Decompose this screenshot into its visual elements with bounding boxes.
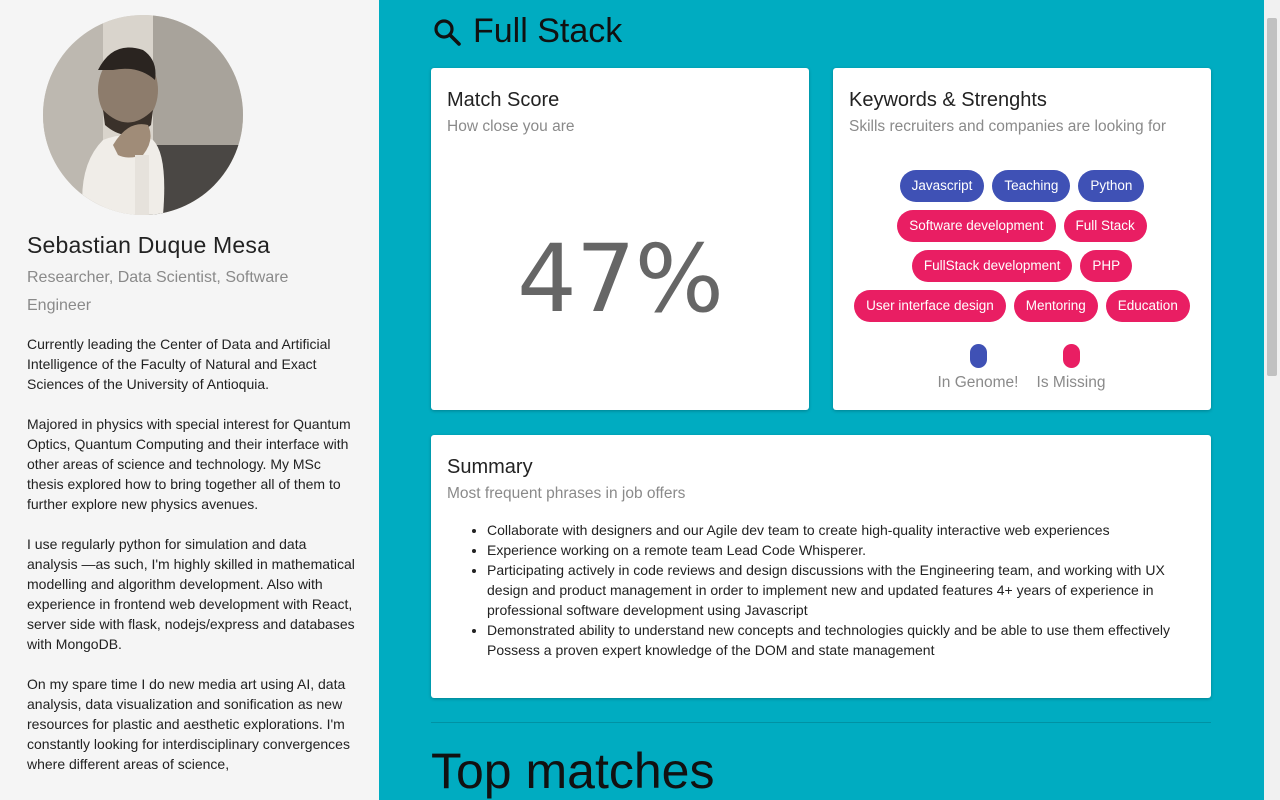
keyword-chip[interactable]: Education: [1105, 290, 1190, 322]
scrollbar-thumb[interactable]: [1267, 18, 1277, 376]
card-subtitle: Skills recruiters and companies are look…: [849, 118, 1167, 135]
keyword-chip[interactable]: Full Stack: [1063, 210, 1147, 242]
card-title: Keywords & Strenghts: [849, 89, 1047, 111]
chip-row: FullStack development PHP: [833, 250, 1211, 282]
top-matches-heading: Top matches: [431, 743, 715, 799]
keyword-chip[interactable]: PHP: [1080, 250, 1133, 282]
page-scrollbar[interactable]: [1264, 0, 1280, 800]
bio-paragraph: I use regularly python for simulation an…: [27, 536, 355, 652]
legend-swatch-miss: [1062, 344, 1080, 368]
legend-swatch-in: [969, 344, 987, 368]
chip-row: Javascript Teaching Python: [833, 170, 1211, 202]
summary-item: Demonstrated ability to understand new c…: [487, 620, 1199, 660]
summary-card: Summary Most frequent phrases in job off…: [431, 435, 1211, 698]
keyword-chip[interactable]: FullStack development: [911, 250, 1073, 282]
profile-sidebar: Sebastian Duque Mesa Researcher, Data Sc…: [0, 0, 379, 800]
legend-is-missing: Is Missing: [1031, 344, 1111, 392]
keyword-chip[interactable]: Python: [1078, 170, 1145, 202]
keyword-chip[interactable]: Javascript: [899, 170, 985, 202]
legend-label: In Genome!: [937, 374, 1019, 391]
profile-bio: Currently leading the Center of Data and…: [27, 334, 359, 794]
keyword-chip[interactable]: Teaching: [992, 170, 1071, 202]
legend-label: Is Missing: [1036, 374, 1106, 391]
card-title: Summary: [447, 456, 533, 478]
match-score-card: Match Score How close you are 47%: [431, 68, 809, 410]
bio-paragraph: Majored in physics with special interest…: [27, 416, 351, 512]
chip-row: Software development Full Stack: [833, 210, 1211, 242]
keyword-chip[interactable]: User interface design: [854, 290, 1006, 322]
main-content: Full Stack Match Score How close you are…: [379, 0, 1264, 800]
legend-in-genome: In Genome!: [933, 344, 1023, 392]
profile-photo: [43, 15, 243, 215]
profile-roles: Researcher, Data Scientist, Software Eng…: [27, 269, 289, 314]
summary-item: Experience working on a remote team Lead…: [487, 540, 1199, 560]
bio-paragraph: Currently leading the Center of Data and…: [27, 336, 331, 392]
search-icon[interactable]: [432, 17, 462, 47]
avatar: [43, 15, 243, 215]
bio-paragraph: On my spare time I do new media art usin…: [27, 676, 350, 772]
profile-name: Sebastian Duque Mesa: [27, 232, 271, 258]
chip-row: User interface design Mentoring Educatio…: [833, 290, 1211, 322]
card-subtitle: Most frequent phrases in job offers: [447, 485, 686, 502]
keywords-card: Keywords & Strenghts Skills recruiters a…: [833, 68, 1211, 410]
summary-item: Collaborate with designers and our Agile…: [487, 520, 1199, 540]
keyword-chip[interactable]: Software development: [897, 210, 1056, 242]
card-subtitle: How close you are: [447, 118, 575, 135]
summary-item: Participating actively in code reviews a…: [487, 560, 1199, 620]
match-percentage: 47%: [517, 225, 724, 334]
keyword-chip[interactable]: Mentoring: [1013, 290, 1098, 322]
summary-list: Collaborate with designers and our Agile…: [487, 520, 1199, 660]
card-title: Match Score: [447, 89, 560, 111]
section-divider: [431, 722, 1211, 723]
keyword-chips: Javascript Teaching Python Software deve…: [833, 170, 1211, 330]
search-query-title: Full Stack: [473, 12, 623, 50]
